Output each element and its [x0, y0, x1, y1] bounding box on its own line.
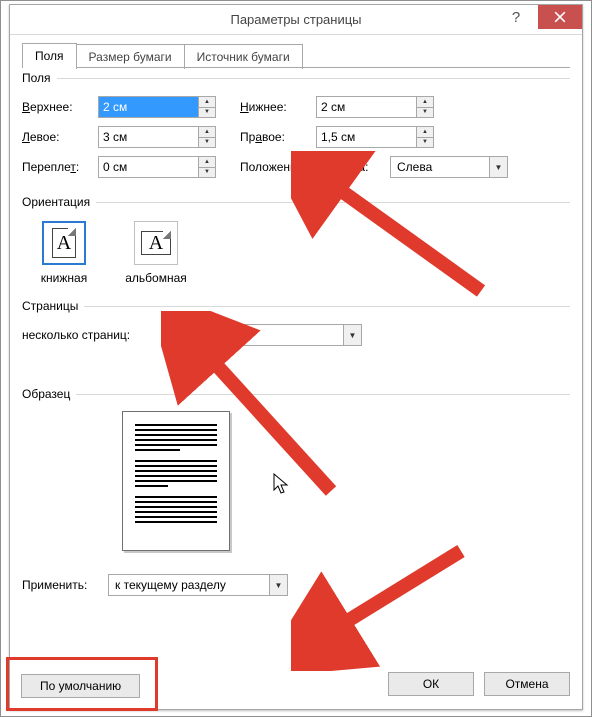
- help-button[interactable]: ?: [494, 5, 538, 29]
- select-multi-pages[interactable]: Обычный ▼: [192, 324, 362, 346]
- label-right: Правое:: [240, 130, 316, 144]
- chevron-down-icon: ▼: [489, 157, 507, 177]
- label-multi-pages: несколько страниц:: [22, 328, 192, 342]
- group-orientation-title: Ориентация: [22, 195, 90, 209]
- spin-down-icon[interactable]: ▼: [417, 108, 433, 118]
- close-icon: [554, 11, 566, 23]
- input-margin-top[interactable]: 2 см ▲▼: [98, 96, 216, 118]
- spin-up-icon[interactable]: ▲: [199, 97, 215, 108]
- select-gutter-pos[interactable]: Слева ▼: [390, 156, 508, 178]
- cancel-button[interactable]: Отмена: [484, 672, 570, 696]
- label-apply-to: Применить:: [22, 578, 108, 592]
- spin-up-icon[interactable]: ▲: [417, 97, 433, 108]
- group-preview-title: Образец: [22, 387, 70, 401]
- ok-button[interactable]: ОК: [388, 672, 474, 696]
- preview-thumbnail: [122, 411, 230, 551]
- spin-down-icon[interactable]: ▼: [199, 138, 215, 148]
- input-margin-bottom[interactable]: 2 см ▲▼: [316, 96, 434, 118]
- label-left: Левое:: [22, 130, 98, 144]
- input-gutter[interactable]: 0 см ▲▼: [98, 156, 216, 178]
- spin-down-icon[interactable]: ▼: [199, 108, 215, 118]
- input-margin-left[interactable]: 3 см ▲▼: [98, 126, 216, 148]
- orientation-portrait[interactable]: A книжная: [32, 221, 96, 285]
- tabs-strip: Поля Размер бумаги Источник бумаги: [10, 35, 582, 68]
- chevron-down-icon: ▼: [269, 575, 287, 595]
- spin-up-icon[interactable]: ▲: [199, 157, 215, 168]
- label-gutter: Переплет:: [22, 160, 98, 174]
- label-top: Верхнее:: [22, 100, 98, 114]
- select-apply-to[interactable]: к текущему разделу ▼: [108, 574, 288, 596]
- label-bottom: Нижнее:: [240, 100, 316, 114]
- tab-source[interactable]: Источник бумаги: [184, 44, 303, 69]
- page-setup-dialog: Параметры страницы ? Поля Размер бумаги …: [9, 4, 583, 710]
- label-gutter-pos: Положение переплета:: [240, 160, 390, 174]
- close-button[interactable]: [538, 5, 582, 29]
- spin-up-icon[interactable]: ▲: [199, 127, 215, 138]
- spin-up-icon[interactable]: ▲: [417, 127, 433, 138]
- group-pages-title: Страницы: [22, 299, 78, 313]
- input-margin-right[interactable]: 1,5 см ▲▼: [316, 126, 434, 148]
- chevron-down-icon: ▼: [343, 325, 361, 345]
- portrait-page-icon: A: [42, 221, 86, 265]
- landscape-page-icon: A: [134, 221, 178, 265]
- orientation-landscape[interactable]: A альбомная: [124, 221, 188, 285]
- spin-down-icon[interactable]: ▼: [199, 168, 215, 178]
- group-margins-title: Поля: [22, 71, 51, 85]
- titlebar: Параметры страницы ?: [10, 5, 582, 35]
- tab-margins[interactable]: Поля: [22, 43, 77, 68]
- spin-down-icon[interactable]: ▼: [417, 138, 433, 148]
- tab-paper[interactable]: Размер бумаги: [76, 44, 185, 69]
